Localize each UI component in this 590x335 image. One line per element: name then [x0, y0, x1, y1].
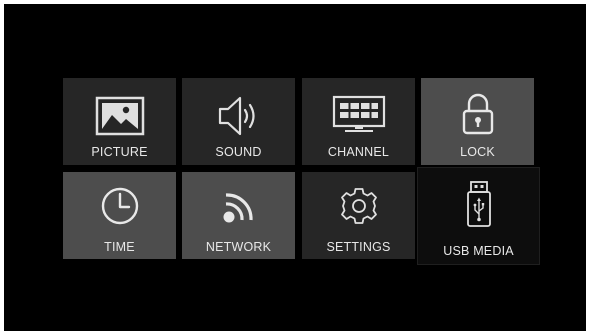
menu-tile-lock[interactable]: LOCK: [421, 78, 534, 165]
menu-tile-usb-media[interactable]: USB MEDIA: [418, 168, 539, 264]
usb-drive-icon: [418, 180, 539, 232]
speaker-icon: [182, 94, 295, 138]
menu-tile-picture[interactable]: PICTURE: [63, 78, 176, 165]
menu-tile-sound[interactable]: SOUND: [182, 78, 295, 165]
gear-icon: [302, 184, 415, 228]
menu-tile-label: CHANNEL: [327, 145, 390, 159]
padlock-icon: [421, 91, 534, 137]
menu-tile-channel[interactable]: CHANNEL: [302, 78, 415, 165]
wifi-signal-icon: [182, 184, 295, 228]
menu-tile-time[interactable]: TIME: [63, 172, 176, 259]
menu-tile-label: SETTINGS: [326, 240, 391, 254]
tv-channel-icon: [302, 95, 415, 135]
menu-tile-label: PICTURE: [91, 145, 148, 159]
menu-tile-label: TIME: [104, 240, 135, 254]
menu-tile-label: LOCK: [460, 145, 495, 159]
menu-tile-settings[interactable]: SETTINGS: [302, 172, 415, 259]
tv-screen: PICTURE SOUND CHANNEL LOCK TIME NETWORK …: [4, 4, 586, 331]
picture-icon: [63, 96, 176, 136]
clock-icon: [63, 184, 176, 228]
menu-tile-network[interactable]: NETWORK: [182, 172, 295, 259]
menu-tile-label: SOUND: [215, 145, 262, 159]
menu-tile-label: NETWORK: [205, 240, 272, 254]
menu-tile-label: USB MEDIA: [443, 244, 514, 258]
